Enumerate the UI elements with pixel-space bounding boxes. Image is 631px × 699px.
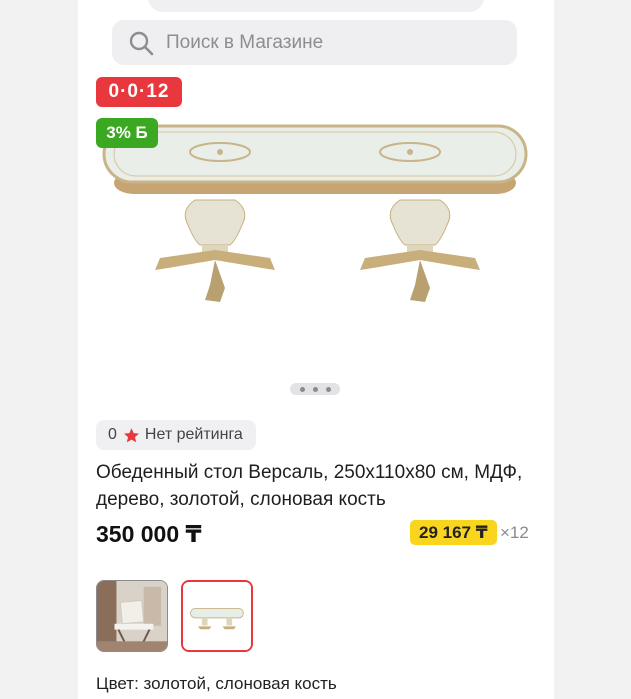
product-price: 350 000 ₸	[96, 521, 202, 547]
rating-label: Нет рейтинга	[144, 426, 243, 443]
pagination-dot[interactable]	[312, 386, 318, 392]
installment-badge: 0·0·12	[96, 77, 182, 107]
rating-count: 0	[108, 426, 117, 443]
search-placeholder: Поиск в Магазине	[166, 31, 324, 53]
bonus-badge: 3% Б	[96, 118, 158, 148]
top-handle	[148, 0, 484, 12]
table-photo	[183, 582, 251, 650]
installment-price[interactable]: 29 167 ₸	[410, 520, 497, 545]
pagination-dot[interactable]	[299, 386, 305, 392]
star-icon	[123, 427, 139, 442]
installment-multiplier: ×12	[500, 523, 529, 542]
product-title: Обеденный стол Версаль, 250x110x80 см, М…	[96, 462, 523, 510]
gallery-pagination[interactable]	[290, 383, 340, 395]
color-label: Цвет: золотой, слоновая кость	[96, 674, 337, 693]
rating-chip[interactable]: 0 Нет рейтинга	[96, 420, 256, 450]
pagination-dot[interactable]	[325, 386, 331, 392]
search-bar[interactable]: Поиск в Магазине	[112, 20, 517, 65]
interior-photo	[97, 581, 167, 651]
product-card: Поиск в Магазине 0·0·12 3% Б 0 Нет рейти…	[78, 0, 554, 699]
thumbnail-table[interactable]	[181, 580, 253, 652]
thumbnail-interior[interactable]	[96, 580, 168, 652]
search-icon	[129, 31, 154, 55]
product-image[interactable]	[100, 110, 530, 310]
